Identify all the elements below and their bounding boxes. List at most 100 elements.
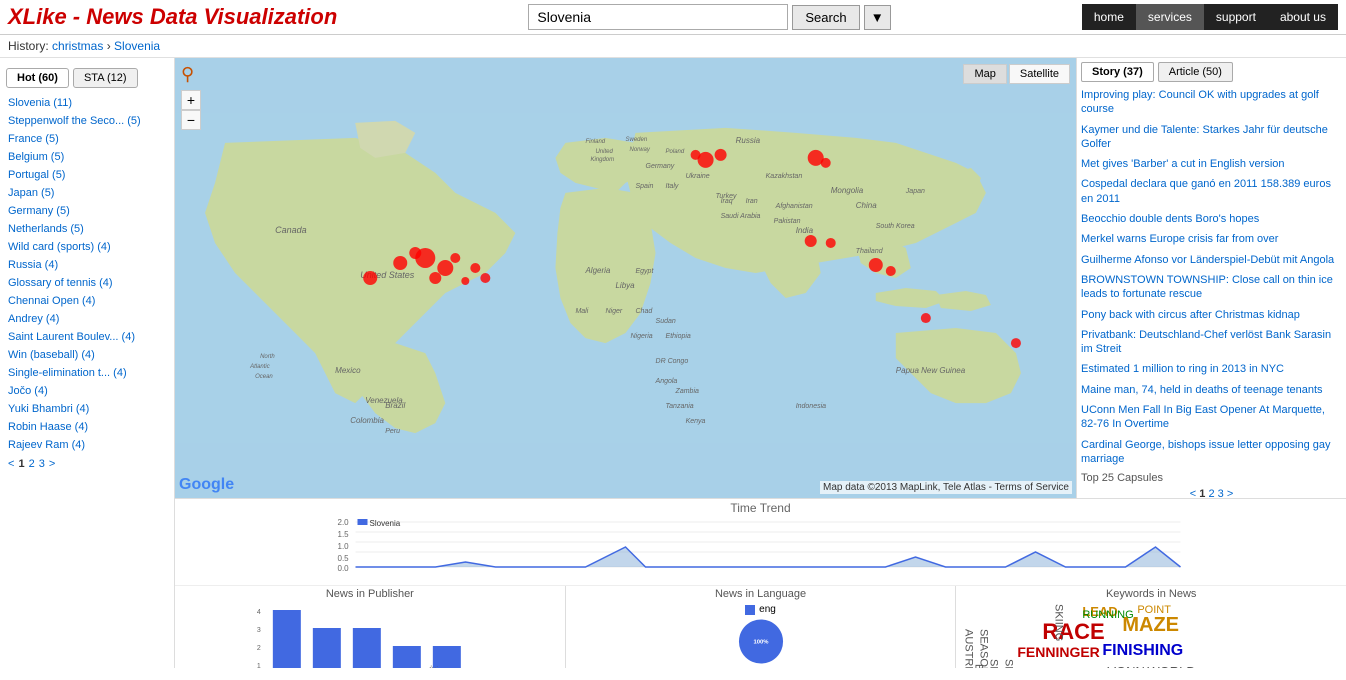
stories-page-3[interactable]: 3 — [1218, 488, 1224, 498]
svg-text:Mexico: Mexico — [335, 366, 361, 375]
nav-services[interactable]: services — [1136, 4, 1204, 30]
nav-home[interactable]: home — [1082, 4, 1136, 30]
svg-text:Iran: Iran — [746, 198, 758, 205]
stories-page-2[interactable]: 2 — [1208, 488, 1214, 498]
time-trend: Time Trend 2.0 1.5 1.0 0.5 0.0 S — [175, 499, 1346, 586]
svg-text:Brazil: Brazil — [385, 401, 405, 410]
header: XLike - News Data Visualization Search ▼… — [0, 0, 1346, 35]
sidebar-page-1[interactable]: 1 — [18, 458, 24, 470]
svg-text:Slovenia: Slovenia — [370, 519, 401, 528]
list-item: Germany (5) — [0, 202, 174, 220]
svg-text:Zambia: Zambia — [675, 388, 699, 395]
story-link[interactable]: Cardinal George, bishops issue letter op… — [1081, 438, 1342, 467]
keyword: VONN — [1107, 664, 1145, 668]
keyword: FENNINGER — [1017, 644, 1099, 660]
nav-about[interactable]: about us — [1268, 4, 1338, 30]
svg-text:Libya: Libya — [615, 281, 635, 290]
satellite-button[interactable]: Satellite — [1009, 64, 1070, 84]
svg-text:Finland: Finland — [585, 139, 605, 145]
svg-text:DR Congo: DR Congo — [656, 358, 689, 365]
svg-text:Norway: Norway — [630, 147, 651, 153]
list-item: Saint Laurent Boulev... (4) — [0, 328, 174, 346]
stories-prev[interactable]: < — [1190, 488, 1196, 498]
list-item: Yuki Bhambri (4) — [0, 400, 174, 418]
list-item: Steppenwolf the Seco... (5) — [0, 112, 174, 130]
svg-text:Indonesia: Indonesia — [796, 403, 826, 410]
svg-text:Angola: Angola — [655, 378, 678, 385]
person-icon: ⚲ — [181, 64, 194, 85]
map-container[interactable]: Map Satellite ⚲ + − — [175, 58, 1076, 498]
svg-text:1: 1 — [257, 663, 261, 668]
svg-text:Thailand: Thailand — [856, 248, 884, 255]
keywords-chart-title: Keywords in News — [962, 588, 1340, 600]
zoom-in-button[interactable]: + — [181, 90, 201, 110]
sidebar-prev-page[interactable]: < — [8, 458, 14, 470]
svg-text:Pakistan: Pakistan — [774, 218, 801, 225]
story-link[interactable]: Cospedal declara que ganó en 2011 158.38… — [1081, 177, 1342, 206]
story-link[interactable]: Maine man, 74, held in deaths of teenage… — [1081, 383, 1342, 397]
story-link[interactable]: Privatbank: Deutschland-Chef verlöst Ban… — [1081, 328, 1342, 357]
svg-text:Poland: Poland — [666, 149, 685, 155]
list-item: France (5) — [0, 130, 174, 148]
svg-text:100%: 100% — [753, 639, 769, 645]
svg-text:Ocean: Ocean — [255, 374, 273, 380]
sidebar-page-3[interactable]: 3 — [39, 458, 45, 470]
sidebar-next-page[interactable]: > — [49, 458, 55, 470]
story-link[interactable]: Estimated 1 million to ring in 2013 in N… — [1081, 362, 1342, 376]
sidebar-page-2[interactable]: 2 — [29, 458, 35, 470]
svg-text:Mongolia: Mongolia — [831, 186, 864, 195]
svg-text:India: India — [796, 226, 814, 235]
story-link[interactable]: Improving play: Council OK with upgrades… — [1081, 88, 1342, 117]
list-item: Single-elimination t... (4) — [0, 364, 174, 382]
search-button[interactable]: Search — [792, 5, 859, 30]
breadcrumb-slovenia[interactable]: Slovenia — [114, 39, 160, 53]
list-item: Netherlands (5) — [0, 220, 174, 238]
tab-story[interactable]: Story (37) — [1081, 62, 1154, 82]
stories-page-1[interactable]: 1 — [1199, 488, 1205, 498]
map-button[interactable]: Map — [963, 64, 1006, 84]
sidebar-tabs: Hot (60) STA (12) — [0, 64, 174, 94]
svg-text:Colombia: Colombia — [350, 416, 384, 425]
story-link[interactable]: UConn Men Fall In Big East Opener At Mar… — [1081, 403, 1342, 432]
keyword: SKIING — [1052, 604, 1064, 641]
keyword: SEASON — [977, 629, 989, 668]
language-chart: News in Language eng 100% — [566, 586, 957, 668]
svg-text:South Korea: South Korea — [876, 223, 915, 230]
breadcrumb-history[interactable]: christmas — [52, 39, 103, 53]
svg-text:Russia: Russia — [736, 136, 761, 145]
story-link[interactable]: Merkel warns Europe crisis far from over — [1081, 232, 1342, 246]
sidebar-tab-hot[interactable]: Hot (60) — [6, 68, 69, 88]
svg-text:Canada: Canada — [275, 225, 307, 235]
story-link[interactable]: Kaymer und die Talente: Starkes Jahr für… — [1081, 123, 1342, 152]
search-dropdown-button[interactable]: ▼ — [864, 5, 891, 30]
story-link[interactable]: Pony back with circus after Christmas ki… — [1081, 308, 1342, 322]
publisher-chart: News in Publisher 4 3 2 1 0 — [175, 586, 566, 668]
zoom-out-button[interactable]: − — [181, 110, 201, 130]
svg-text:Chad: Chad — [636, 308, 654, 315]
story-link[interactable]: Guilherme Afonso vor Länderspiel-Debüt m… — [1081, 253, 1342, 267]
story-link[interactable]: Met gives 'Barber' a cut in English vers… — [1081, 157, 1342, 171]
svg-text:Egypt: Egypt — [636, 268, 655, 275]
list-item: Rajeev Ram (4) — [0, 436, 174, 454]
svg-text:Tanzania: Tanzania — [666, 403, 694, 410]
list-item: Japan (5) — [0, 184, 174, 202]
story-link[interactable]: Beocchio double dents Boro's hopes — [1081, 212, 1342, 226]
search-input[interactable] — [528, 4, 788, 30]
stories-tabs: Story (37) Article (50) — [1081, 62, 1342, 82]
time-trend-title: Time Trend — [183, 501, 1338, 515]
svg-text:Kenya: Kenya — [686, 418, 706, 425]
sidebar-tab-sta[interactable]: STA (12) — [73, 68, 138, 88]
story-link[interactable]: BROWNSTOWN TOWNSHIP: Close call on thin … — [1081, 273, 1342, 302]
top-capsules-label: Top 25 Capsules — [1081, 472, 1342, 484]
language-legend: eng — [759, 604, 776, 615]
nav-support[interactable]: support — [1204, 4, 1268, 30]
list-item: Wild card (sports) (4) — [0, 238, 174, 256]
keyword: RUNNING — [1082, 609, 1133, 621]
stories-panel: Story (37) Article (50) Improving play: … — [1076, 58, 1346, 498]
stories-next[interactable]: > — [1227, 488, 1233, 498]
tab-article[interactable]: Article (50) — [1158, 62, 1233, 82]
language-chart-title: News in Language — [715, 588, 806, 600]
svg-text:0.5: 0.5 — [338, 554, 350, 563]
charts-row: News in Publisher 4 3 2 1 0 — [175, 586, 1346, 668]
publisher-chart-title: News in Publisher — [181, 588, 559, 600]
